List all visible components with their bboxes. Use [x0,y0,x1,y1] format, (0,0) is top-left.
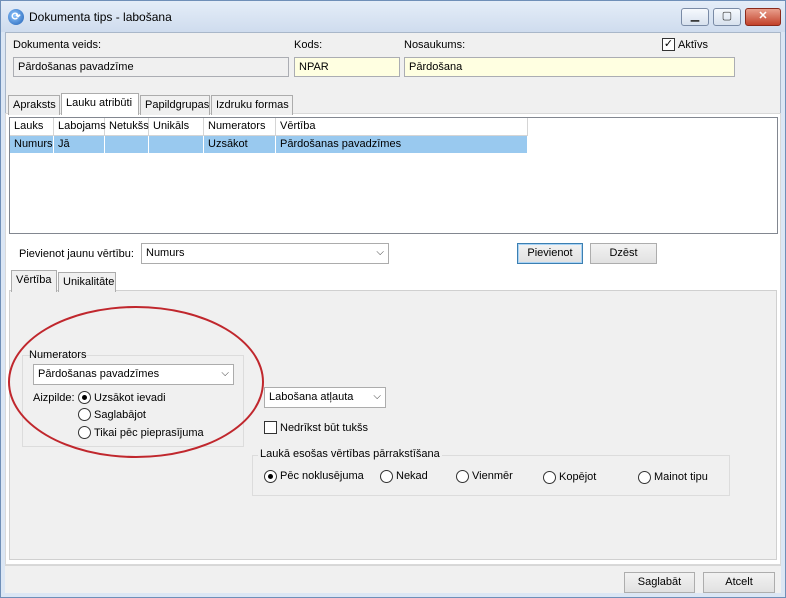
maximize-button[interactable]: ▢ [713,8,741,26]
radio-label[interactable]: Nekad [396,470,428,482]
active-label: Aktīvs [678,39,708,51]
numerator-group-title: Numerators [29,349,87,361]
radio-copying[interactable] [543,471,556,484]
chevron-down-icon: ⌵ [376,247,384,258]
cancel-button[interactable]: Atcelt [703,572,775,593]
column-header[interactable]: Netukšs [105,118,149,136]
not-empty-checkbox[interactable] [264,421,277,434]
radio-on-save[interactable] [78,408,91,421]
close-button[interactable]: ✕ [745,8,781,26]
column-header[interactable]: Lauks [10,118,54,136]
radio-never[interactable] [380,470,393,483]
overwrite-group-title: Laukā esošas vērtības pārrakstīšana [258,448,442,460]
chevron-down-icon: ⌵ [221,368,229,379]
table-cell[interactable]: Pārdošanas pavadzīmes [276,136,528,153]
add-value-label: Pievienot jaunu vērtību: [19,248,134,260]
radio-label[interactable]: Pēc noklusējuma [280,470,364,482]
tab-extra-groups[interactable]: Papildgrupas [140,95,210,115]
code-field[interactable]: NPAR [294,57,400,77]
table-cell[interactable] [105,136,149,153]
fill-label: Aizpilde: [33,392,75,404]
active-checkbox[interactable]: ✓ [662,38,675,51]
add-value-selected: Numurs [146,247,185,259]
numerator-select[interactable]: Pārdošanas pavadzīmes ⌵ [33,364,234,385]
radio-label[interactable]: Saglabājot [94,409,146,421]
tab-uniqueness[interactable]: Unikalitāte [58,272,116,292]
column-header[interactable]: Labojams [54,118,106,136]
doc-type-label: Dokumenta veids: [13,39,102,51]
save-button[interactable]: Saglabāt [624,572,695,593]
radio-default[interactable] [264,470,277,483]
radio-on-input-start[interactable] [78,391,91,404]
add-button[interactable]: Pievienot [517,243,583,264]
table-cell[interactable]: Jā [54,136,105,153]
add-value-select[interactable]: Numurs ⌵ [141,243,389,264]
chevron-down-icon: ⌵ [373,391,381,402]
name-label: Nosaukums: [404,39,466,51]
table-cell[interactable] [149,136,204,153]
editing-select[interactable]: Labošana atļauta ⌵ [264,387,386,408]
table-cell[interactable]: Numurs [10,136,54,153]
radio-label[interactable]: Kopējot [559,471,596,483]
window-title: Dokumenta tips - labošana [29,10,172,24]
radio-label[interactable]: Vienmēr [472,470,513,482]
title-bar[interactable]: ⟳ Dokumenta tips - labošana ▁ ▢ ✕ [1,1,785,32]
delete-button[interactable]: Dzēst [590,243,657,264]
column-header[interactable]: Numerators [204,118,276,136]
tab-value[interactable]: Vērtība [11,270,57,292]
minimize-button[interactable]: ▁ [681,8,709,26]
table-cell[interactable]: Uzsākot [204,136,276,153]
tab-description[interactable]: Apraksts [8,95,60,115]
column-header[interactable]: Vērtība [276,118,528,136]
editing-selected: Labošana atļauta [269,391,354,403]
radio-always[interactable] [456,470,469,483]
not-empty-label[interactable]: Nedrīkst būt tukšs [280,422,368,434]
column-header[interactable]: Unikāls [149,118,204,136]
radio-label[interactable]: Uzsākot ievadi [94,392,166,404]
tab-field-attributes[interactable]: Lauku atribūti [61,93,139,115]
radio-label[interactable]: Mainot tipu [654,471,708,483]
attributes-grid[interactable]: Lauks Labojams Netukšs Unikāls Numerator… [9,117,778,234]
app-logo-icon: ⟳ [8,9,24,25]
code-label: Kods: [294,39,323,51]
doc-type-field: Pārdošanas pavadzīme [13,57,289,77]
radio-label[interactable]: Tikai pēc pieprasījuma [94,427,204,439]
radio-on-request[interactable] [78,426,91,439]
radio-changing-type[interactable] [638,471,651,484]
numerator-selected: Pārdošanas pavadzīmes [38,368,160,380]
tab-print-forms[interactable]: Izdruku formas [211,95,293,115]
name-field[interactable]: Pārdošana [404,57,735,77]
